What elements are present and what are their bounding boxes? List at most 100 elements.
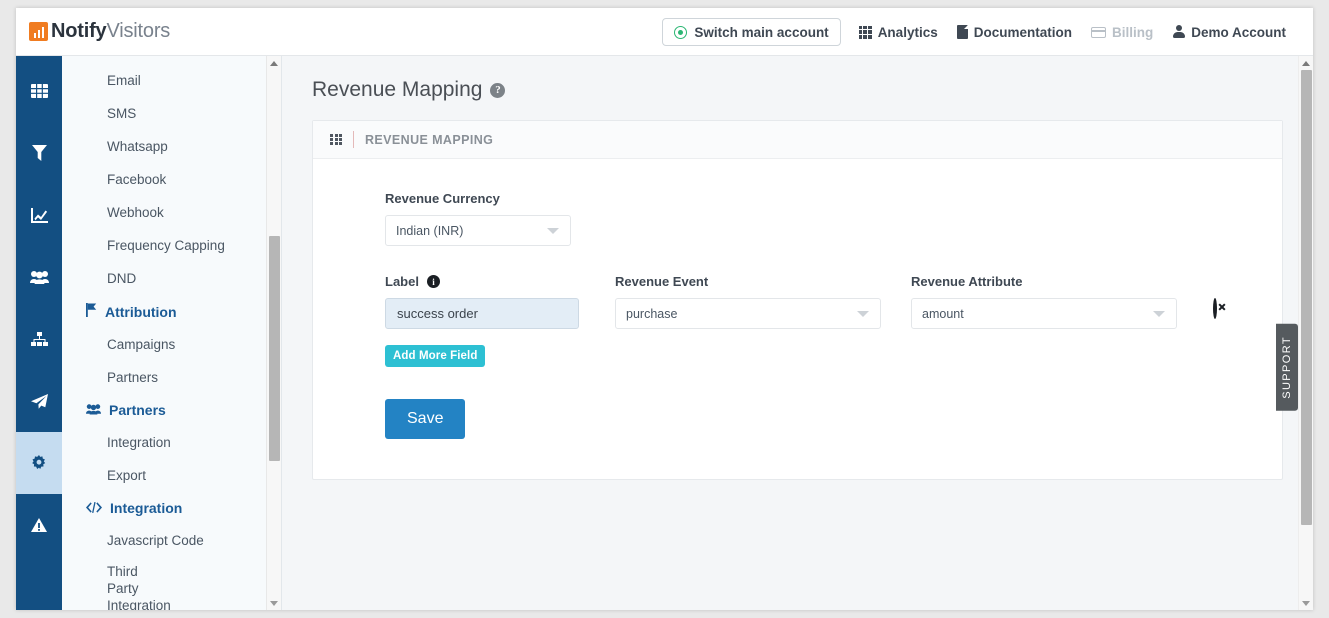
content-padding: Revenue Mapping ? REVENUE MAPPING Revenu… [282,56,1313,480]
sidebar-item-dnd[interactable]: DND [62,262,281,295]
nav-item-documentation[interactable]: Documentation [957,25,1072,40]
revenue-attribute-label: Revenue Attribute [911,274,1183,289]
radio-dot-icon [674,26,687,39]
sidebar-items: Email SMS Whatsapp Facebook Webhook Freq… [62,56,281,610]
rail-item-funnel[interactable] [16,122,62,184]
sidebar-item-whatsapp[interactable]: Whatsapp [62,130,281,163]
switch-main-account-button[interactable]: Switch main account [662,18,840,46]
line-chart-icon [31,208,48,223]
top-bar: NotifyVisitors Switch main account Analy… [16,8,1313,56]
main-scrollbar[interactable] [1298,56,1313,610]
scroll-up-arrow-icon[interactable] [267,56,281,70]
sidebar-item-facebook[interactable]: Facebook [62,163,281,196]
revenue-currency-value: Indian (INR) [396,224,463,238]
mapping-row: Label i success order Revenue Event [385,274,1282,329]
revenue-event-select[interactable]: purchase [615,298,881,329]
rail-item-alerts[interactable] [16,494,62,556]
sidebar-item-third-party-integration[interactable]: Third Party Integration [62,557,182,610]
nav-item-analytics[interactable]: Analytics [859,25,938,40]
add-more-field-button[interactable]: Add More Field [385,345,485,367]
save-button[interactable]: Save [385,399,465,439]
nav-label-demo-account: Demo Account [1191,25,1286,40]
sidebar-scrollbar-thumb[interactable] [269,236,280,461]
rail-item-settings[interactable] [16,432,62,494]
top-navigation: Switch main account Analytics Documentat… [662,8,1305,56]
users-icon [86,402,101,418]
gear-icon [31,455,47,471]
scroll-up-arrow-icon[interactable] [1299,56,1313,70]
sidebar-section-label: Integration [110,500,182,516]
grid-icon [859,26,872,39]
label-input[interactable]: success order [385,298,579,329]
card-header-title: REVENUE MAPPING [365,133,493,147]
question-circle-icon[interactable]: ? [490,83,505,98]
page-title-text: Revenue Mapping [312,78,482,102]
nav-item-billing[interactable]: Billing [1091,25,1153,40]
label-column-text: Label [385,274,419,289]
revenue-event-value: purchase [626,307,677,321]
rail-item-campaigns[interactable] [16,370,62,432]
revenue-attribute-value: amount [922,307,964,321]
nav-label-analytics: Analytics [878,25,938,40]
sidebar-section-label: Partners [109,402,166,418]
application-window: NotifyVisitors Switch main account Analy… [16,8,1313,610]
card-header: REVENUE MAPPING [313,121,1282,159]
chevron-down-icon [1153,311,1165,317]
remove-circle-icon [1213,298,1217,319]
bar-chart-icon [29,22,48,41]
header-divider [353,131,354,148]
sidebar-item-partners[interactable]: Partners [62,361,281,394]
rail-item-dashboard[interactable] [16,60,62,122]
paper-plane-icon [31,394,48,409]
sidebar-scrollbar[interactable] [266,56,281,610]
sidebar-item-webhook[interactable]: Webhook [62,196,281,229]
scroll-down-arrow-icon[interactable] [1299,596,1313,610]
sidebar-section-partners[interactable]: Partners [62,394,281,426]
info-circle-icon[interactable]: i [427,275,440,288]
sidebar-item-email[interactable]: Email [62,64,281,97]
icon-rail [16,56,62,610]
revenue-currency-label: Revenue Currency [385,191,1282,206]
page-title: Revenue Mapping ? [312,78,1283,102]
warning-triangle-icon [31,518,47,532]
credit-card-icon [1091,27,1106,38]
revenue-currency-select[interactable]: Indian (INR) [385,215,571,246]
card-body: Revenue Currency Indian (INR) Label i [313,159,1282,479]
sidebar-item-sms[interactable]: SMS [62,97,281,130]
scroll-down-arrow-icon[interactable] [267,596,281,610]
nav-label-documentation: Documentation [974,25,1072,40]
mapping-column-label: Label i success order [385,274,615,329]
grid-icon [330,134,342,145]
sitemap-icon [31,332,48,346]
main-scrollbar-thumb[interactable] [1301,70,1312,525]
code-tags-icon [86,500,102,516]
switch-main-account-label: Switch main account [694,25,828,40]
chevron-down-icon [857,311,869,317]
support-tab[interactable]: SUPPORT [1276,324,1298,411]
main-content: Revenue Mapping ? REVENUE MAPPING Revenu… [282,56,1313,610]
sidebar-section-integration[interactable]: Integration [62,492,281,524]
flag-branch-icon [86,303,97,320]
sidebar-item-export[interactable]: Export [62,459,281,492]
label-column-header: Label i [385,274,615,289]
sidebar-item-frequency-capping[interactable]: Frequency Capping [62,229,281,262]
nav-item-demo-account[interactable]: Demo Account [1172,25,1286,40]
brand-name-light: Visitors [106,20,170,42]
sidebar-item-integration[interactable]: Integration [62,426,281,459]
revenue-event-label: Revenue Event [615,274,911,289]
sidebar-item-campaigns[interactable]: Campaigns [62,328,281,361]
rail-item-sitemap[interactable] [16,308,62,370]
person-icon [1172,25,1185,39]
remove-row-button[interactable] [1213,300,1217,318]
revenue-attribute-select[interactable]: amount [911,298,1177,329]
revenue-mapping-card: REVENUE MAPPING Revenue Currency Indian … [312,120,1283,480]
users-icon [30,270,49,284]
funnel-filter-icon [32,145,47,161]
label-input-value: success order [397,306,478,321]
document-icon [957,25,968,39]
sidebar-section-attribution[interactable]: Attribution [62,295,281,328]
brand-logo[interactable]: NotifyVisitors [29,20,170,43]
sidebar-item-javascript-code[interactable]: Javascript Code [62,524,281,557]
rail-item-audience[interactable] [16,246,62,308]
rail-item-analytics[interactable] [16,184,62,246]
